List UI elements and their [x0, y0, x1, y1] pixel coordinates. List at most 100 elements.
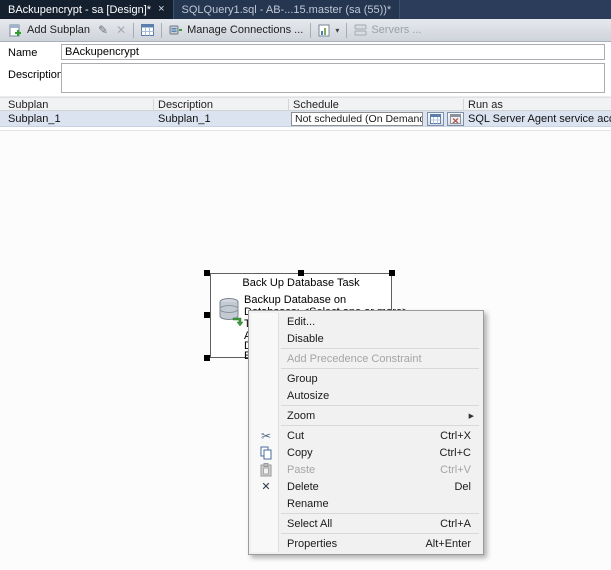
- cell-subplan: Subplan_1: [8, 113, 61, 125]
- menu-separator: [281, 425, 479, 426]
- manage-connections-label: Manage Connections ...: [187, 24, 304, 36]
- menu-item-copy[interactable]: Copy Ctrl+C: [251, 444, 481, 461]
- menu-separator: [281, 405, 479, 406]
- menu-item-cut[interactable]: ✂ Cut Ctrl+X: [251, 427, 481, 444]
- servers-icon: [354, 24, 367, 36]
- add-subplan-icon: [9, 24, 21, 37]
- tab-label: BAckupencrypt - sa [Design]*: [8, 3, 152, 16]
- servers-button: Servers ...: [350, 22, 425, 38]
- menu-shortcut: Alt+Enter: [425, 537, 471, 550]
- column-header-subplan: Subplan: [8, 99, 49, 111]
- menu-item-autosize[interactable]: Autosize: [251, 387, 481, 404]
- maintenance-plan-toolbar: Add Subplan ✎ ✕ Manage Connections ... ▾…: [0, 19, 611, 42]
- toolbar-separator: [133, 22, 135, 38]
- plan-name-input[interactable]: [61, 44, 605, 60]
- menu-shortcut: Ctrl+A: [440, 517, 471, 530]
- grid-icon: [141, 24, 155, 36]
- delete-x-icon: ✕: [116, 23, 127, 37]
- menu-item-label: Cut: [287, 429, 305, 442]
- paste-icon: [257, 462, 275, 477]
- edit-subplan-button[interactable]: ✎: [94, 22, 112, 38]
- menu-item-label: Select All: [287, 517, 333, 530]
- menu-separator: [281, 533, 479, 534]
- chevron-down-icon: ▾: [335, 25, 340, 35]
- menu-item-zoom[interactable]: Zoom ▶: [251, 407, 481, 424]
- tab-design-backupencrypt[interactable]: BAckupencrypt - sa [Design]* ×: [0, 0, 174, 19]
- menu-shortcut: Ctrl+X: [440, 429, 471, 442]
- cut-icon: ✂: [260, 428, 272, 443]
- column-header-description: Description: [158, 99, 214, 111]
- column-divider: [463, 99, 464, 111]
- schedule-value: Not scheduled (On Demand): [295, 113, 423, 125]
- reporting-options-button[interactable]: ▾: [314, 22, 343, 39]
- remove-schedule-button[interactable]: [447, 112, 464, 126]
- tab-sqlquery1[interactable]: SQLQuery1.sql - AB-...15.master (sa (55)…: [173, 0, 401, 19]
- document-tab-bar: BAckupencrypt - sa [Design]* × SQLQuery1…: [0, 0, 611, 19]
- name-label: Name: [8, 47, 38, 59]
- toolbar-separator: [346, 22, 348, 38]
- menu-item-group[interactable]: Group: [251, 370, 481, 387]
- menu-item-label: Delete: [287, 480, 319, 493]
- schedule-value-box: Not scheduled (On Demand): [291, 112, 423, 126]
- task-title: Back Up Database Task: [242, 277, 360, 289]
- menu-separator: [281, 348, 479, 349]
- menu-item-label: Rename: [287, 497, 329, 510]
- tab-label: SQLQuery1.sql - AB-...15.master (sa (55)…: [181, 3, 392, 16]
- menu-item-label: Properties: [287, 537, 338, 550]
- cell-runas: SQL Server Agent service account: [468, 113, 611, 125]
- selection-handle[interactable]: [298, 270, 304, 276]
- subplan-row[interactable]: Subplan_1 Subplan_1 Not scheduled (On De…: [0, 111, 611, 127]
- menu-item-delete[interactable]: ✕ Delete Del: [251, 478, 481, 495]
- ssms-maintenance-plan-window: BAckupencrypt - sa [Design]* × SQLQuery1…: [0, 0, 611, 570]
- calendar-icon: [430, 114, 441, 124]
- context-menu: Edit... Disable Add Precedence Constrain…: [248, 310, 484, 555]
- menu-separator: [281, 368, 479, 369]
- plan-properties-panel: Name Description: [0, 42, 611, 97]
- menu-item-label: Autosize: [287, 389, 330, 402]
- manage-connections-button[interactable]: Manage Connections ...: [165, 22, 307, 38]
- edit-schedule-button[interactable]: [427, 112, 444, 126]
- menu-item-label: Zoom: [287, 409, 316, 422]
- menu-item-label: Disable: [287, 332, 324, 345]
- menu-item-label: Copy: [287, 446, 313, 459]
- copy-icon: [257, 445, 275, 460]
- menu-item-disable[interactable]: Disable: [251, 330, 481, 347]
- add-subplan-label: Add Subplan: [27, 24, 90, 36]
- menu-shortcut: Ctrl+V: [440, 463, 471, 476]
- menu-item-properties[interactable]: Properties Alt+Enter: [251, 535, 481, 552]
- task-text-line1: Backup Database on: [244, 294, 347, 306]
- close-icon[interactable]: ×: [158, 4, 164, 15]
- menu-item-label: Add Precedence Constraint: [287, 352, 422, 365]
- menu-shortcut: Del: [454, 480, 471, 493]
- subplan-grid-header: Subplan Description Schedule Run as: [0, 97, 611, 111]
- menu-item-paste: Paste Ctrl+V: [251, 461, 481, 478]
- selection-handle[interactable]: [389, 270, 395, 276]
- menu-item-rename[interactable]: Rename: [251, 495, 481, 512]
- menu-item-select-all[interactable]: Select All Ctrl+A: [251, 515, 481, 532]
- delete-icon: ✕: [261, 481, 271, 493]
- column-header-schedule: Schedule: [293, 99, 339, 111]
- delete-subplan-button: ✕: [112, 22, 130, 38]
- menu-separator: [281, 513, 479, 514]
- cell-description: Subplan_1: [158, 113, 211, 125]
- selection-handle[interactable]: [204, 355, 210, 361]
- selection-handle[interactable]: [204, 270, 210, 276]
- subplan-properties-button[interactable]: [137, 22, 158, 38]
- menu-item-add-precedence-constraint: Add Precedence Constraint: [251, 350, 481, 367]
- calendar-x-icon: [450, 114, 461, 124]
- column-divider: [288, 99, 289, 111]
- add-subplan-button[interactable]: Add Subplan: [5, 21, 94, 39]
- toolbar-separator: [310, 22, 312, 38]
- report-icon: [318, 24, 330, 36]
- pencil-icon: ✎: [98, 23, 109, 37]
- submenu-arrow-icon: ▶: [468, 413, 474, 420]
- plan-description-input[interactable]: [61, 63, 605, 93]
- toolbar-separator: [161, 22, 163, 38]
- menu-item-label: Group: [287, 372, 318, 385]
- column-header-runas: Run as: [468, 99, 503, 111]
- connection-icon: [169, 25, 183, 35]
- menu-shortcut: Ctrl+C: [439, 446, 471, 459]
- selection-handle[interactable]: [204, 312, 210, 318]
- backup-database-icon: [219, 298, 243, 327]
- menu-item-edit[interactable]: Edit...: [251, 313, 481, 330]
